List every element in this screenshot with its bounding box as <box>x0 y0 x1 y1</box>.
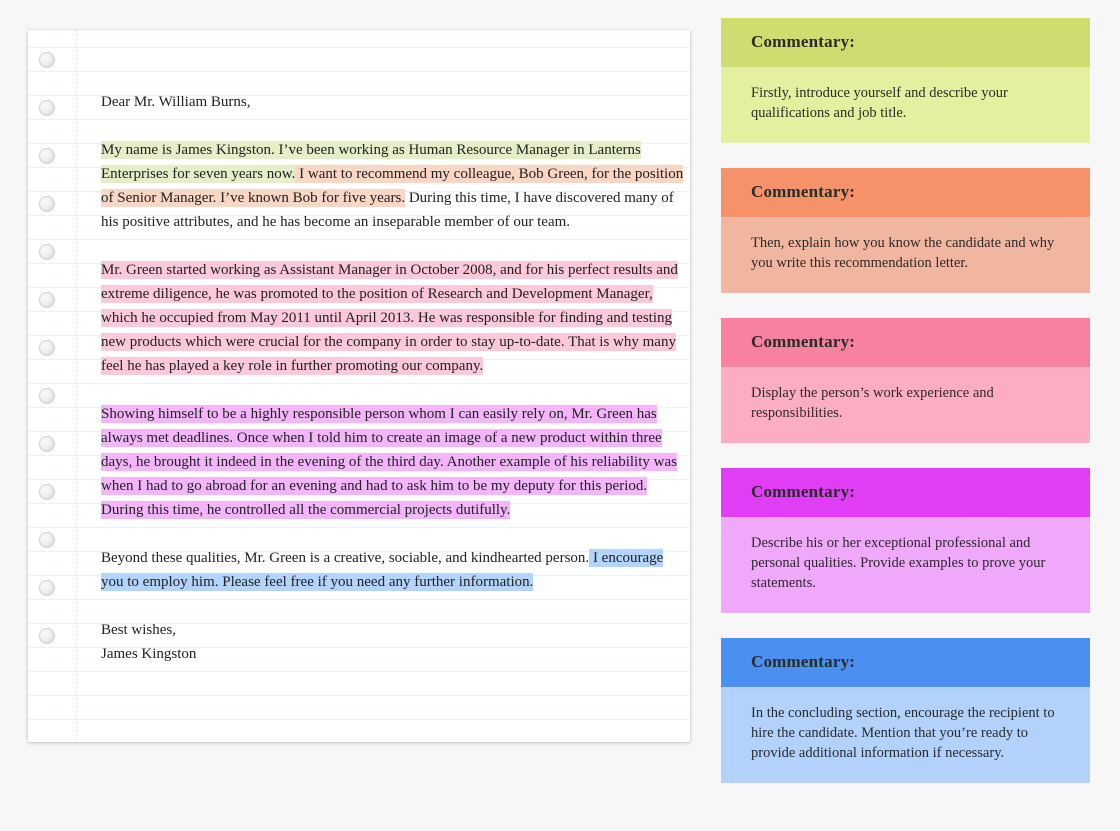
letter-line: Beyond these qualities, Mr. Green is a c… <box>101 546 664 570</box>
letter-line: new products which were crucial for the … <box>101 330 676 354</box>
letter-text-highlight-violet: Showing himself to be a highly responsib… <box>101 405 657 423</box>
binder-hole <box>39 580 55 596</box>
commentary-heading: Commentary: <box>721 168 1090 217</box>
commentary-text: Firstly, introduce yourself and describe… <box>721 67 1090 143</box>
letter-text-highlight-violet: when I had to go abroad for an evening a… <box>101 477 648 495</box>
letter-text-highlight-pink: extreme diligence, he was promoted to th… <box>101 285 653 303</box>
letter-text-highlight-pink: which he occupied from May 2011 until Ap… <box>101 309 673 327</box>
binder-hole <box>39 100 55 116</box>
letter-line: his positive attributes, and he has beco… <box>101 210 570 234</box>
binder-hole <box>39 52 55 68</box>
commentary-heading: Commentary: <box>721 638 1090 687</box>
binder-hole <box>39 244 55 260</box>
letter-line: when I had to go abroad for an evening a… <box>101 474 648 498</box>
margin-rule-line <box>76 30 77 742</box>
binder-hole <box>39 388 55 404</box>
letter-line: Showing himself to be a highly responsib… <box>101 402 657 426</box>
letter-line: During this time, he controlled all the … <box>101 498 511 522</box>
letter-salutation: Dear Mr. William Burns, <box>101 90 251 114</box>
letter-text: Dear Mr. William Burns, <box>101 94 251 110</box>
commentary-column: Commentary: Firstly, introduce yourself a… <box>721 18 1090 808</box>
notebook-paper: Dear Mr. William Burns, My name is James … <box>28 30 690 742</box>
letter-text-highlight-peach: of Senior Manager. I’ve known Bob for fi… <box>101 189 406 207</box>
binder-hole <box>39 628 55 644</box>
commentary-heading: Commentary: <box>721 468 1090 517</box>
commentary-heading: Commentary: <box>721 18 1090 67</box>
letter-line: you to employ him. Please feel free if y… <box>101 570 534 594</box>
commentary-text: Describe his or her exceptional professi… <box>721 517 1090 613</box>
letter-body: Dear Mr. William Burns, My name is James … <box>101 30 686 742</box>
commentary-card-4: Commentary: Describe his or her exception… <box>721 468 1090 613</box>
letter-line: Mr. Green started working as Assistant M… <box>101 258 678 282</box>
letter-text-highlight-violet: days, he brought it indeed in the evenin… <box>101 453 677 471</box>
commentary-card-1: Commentary: Firstly, introduce yourself a… <box>721 18 1090 143</box>
commentary-heading: Commentary: <box>721 318 1090 367</box>
binder-hole <box>39 196 55 212</box>
commentary-text: Then, explain how you know the candidate… <box>721 217 1090 293</box>
letter-text: James Kingston <box>101 646 197 662</box>
letter-line: feel he has played a key role in further… <box>101 354 484 378</box>
letter-line: extreme diligence, he was promoted to th… <box>101 282 653 306</box>
letter-text: Beyond these qualities, Mr. Green is a c… <box>101 550 590 566</box>
binder-hole <box>39 148 55 164</box>
letter-text-highlight-pink: new products which were crucial for the … <box>101 333 676 351</box>
commentary-text: In the concluding section, encourage the… <box>721 687 1090 783</box>
letter-text: Best wishes, <box>101 622 176 638</box>
letter-line: of Senior Manager. I’ve known Bob for fi… <box>101 186 674 210</box>
letter-text-highlight-peach: I want to recommend my colleague, Bob Gr… <box>295 165 684 183</box>
letter-text: his positive attributes, and he has beco… <box>101 214 571 230</box>
letter-text-highlight-pink: feel he has played a key role in further… <box>101 357 484 375</box>
letter-line: Enterprises for seven years now. I want … <box>101 162 684 186</box>
letter-closing: Best wishes, <box>101 618 176 642</box>
letter-text: During this time, I have discovered many… <box>405 190 674 206</box>
commentary-card-5: Commentary: In the concluding section, en… <box>721 638 1090 783</box>
commentary-text: Display the person’s work experience and… <box>721 367 1090 443</box>
letter-line: always met deadlines. Once when I told h… <box>101 426 662 450</box>
letter-text-highlight-violet: During this time, he controlled all the … <box>101 501 511 519</box>
letter-line: which he occupied from May 2011 until Ap… <box>101 306 673 330</box>
letter-text-highlight-pink: Mr. Green started working as Assistant M… <box>101 261 678 279</box>
binder-hole <box>39 436 55 452</box>
binder-hole <box>39 532 55 548</box>
binder-hole <box>39 292 55 308</box>
letter-signature: James Kingston <box>101 642 196 666</box>
letter-text-highlight-green: My name is James Kingston. I’ve been wor… <box>101 141 641 159</box>
letter-line: days, he brought it indeed in the evenin… <box>101 450 677 474</box>
letter-text-highlight-green: Enterprises for seven years now. <box>101 165 296 183</box>
commentary-card-2: Commentary: Then, explain how you know th… <box>721 168 1090 293</box>
binder-hole <box>39 340 55 356</box>
letter-text-highlight-blue: I encourage <box>589 549 664 567</box>
letter-text-highlight-blue: you to employ him. Please feel free if y… <box>101 573 534 591</box>
letter-text-highlight-violet: always met deadlines. Once when I told h… <box>101 429 662 447</box>
commentary-card-3: Commentary: Display the person’s work exp… <box>721 318 1090 443</box>
letter-line: My name is James Kingston. I’ve been wor… <box>101 138 641 162</box>
binder-hole <box>39 484 55 500</box>
